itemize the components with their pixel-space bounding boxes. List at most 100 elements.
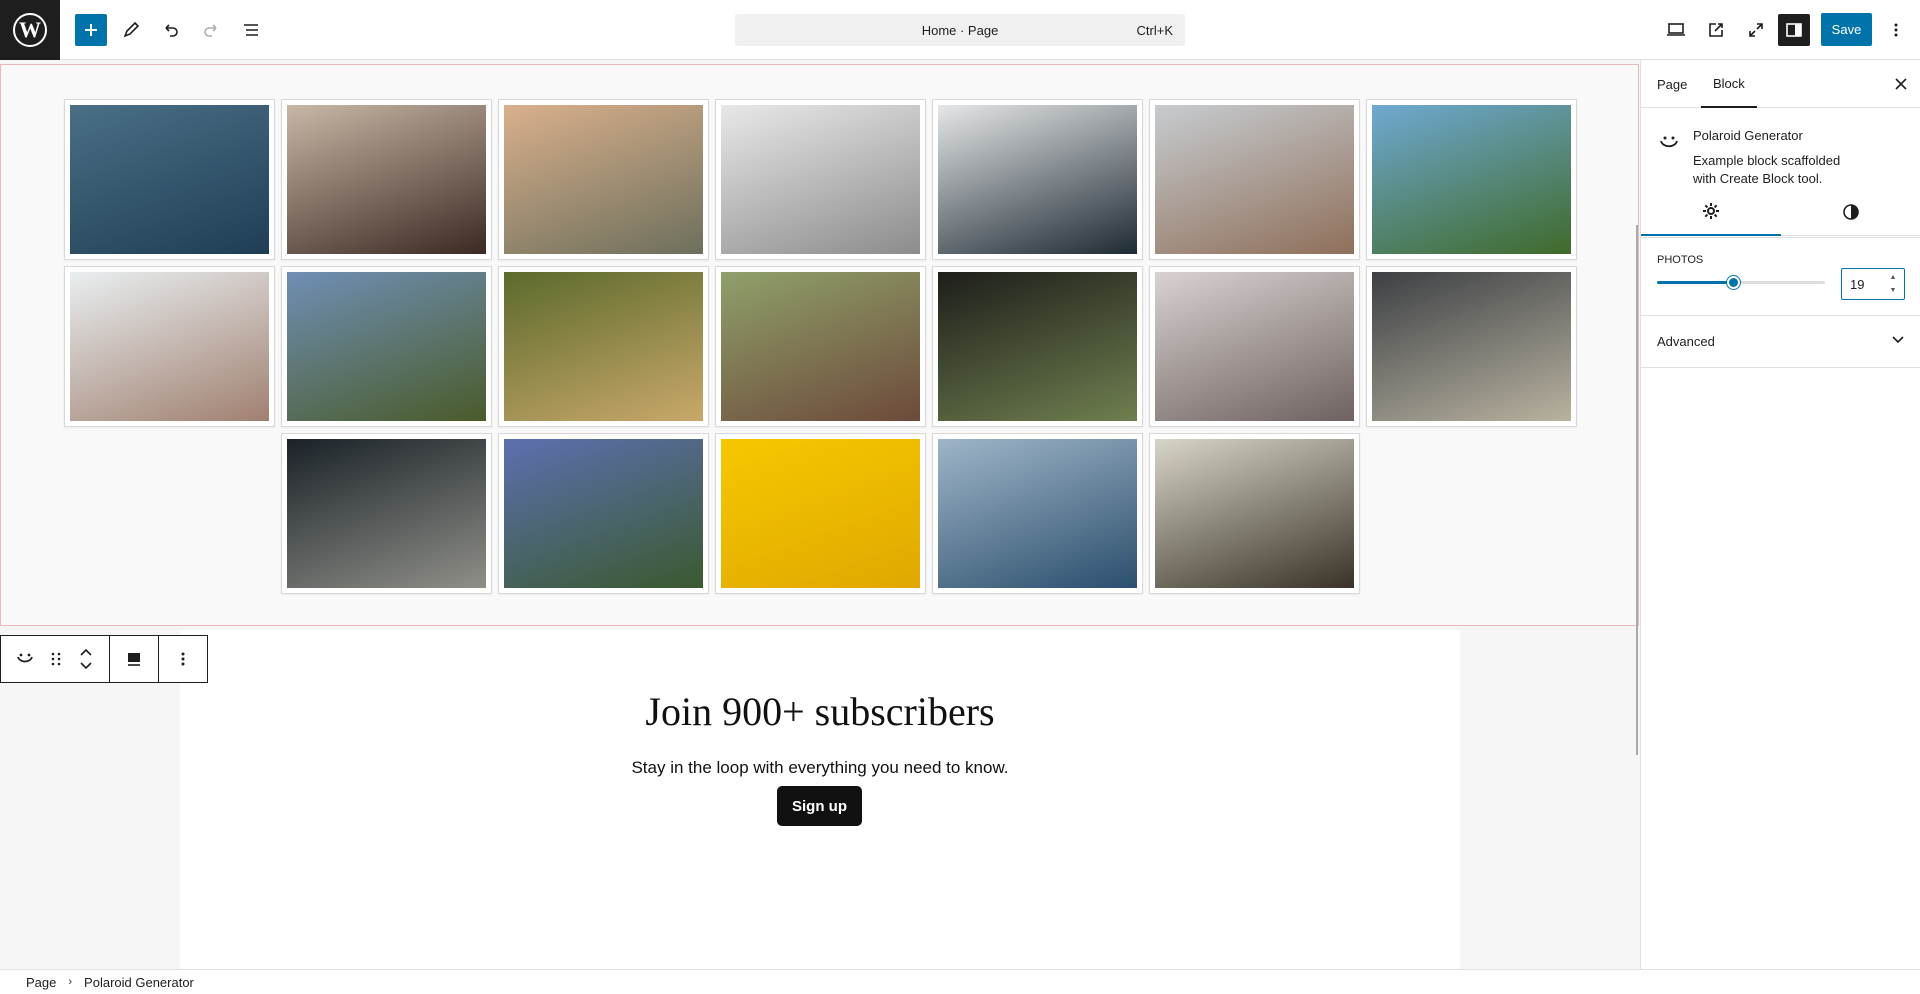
breadcrumb-block[interactable]: Polaroid Generator [84, 975, 194, 990]
document-title: Home · Page [921, 22, 999, 38]
block-card-title: Polaroid Generator [1693, 128, 1803, 143]
photo-image [721, 105, 920, 254]
photos-slider-handle[interactable] [1726, 276, 1740, 289]
save-button[interactable]: Save [1821, 13, 1872, 46]
polaroid-photo [64, 266, 275, 427]
chevron-right-icon: › [68, 976, 73, 988]
align-button[interactable] [110, 636, 158, 682]
undo-button[interactable] [153, 12, 189, 48]
tab-styles[interactable] [1781, 188, 1920, 236]
breadcrumb: Page › Polaroid Generator [0, 969, 1920, 994]
spin-up-icon[interactable]: ▲ [1890, 274, 1897, 281]
photos-label: Photos [1657, 254, 1704, 266]
polaroid-photo [932, 99, 1143, 260]
polaroid-photo [498, 99, 709, 260]
photo-image [1155, 439, 1354, 588]
photo-image [1155, 272, 1354, 421]
command-palette-bar[interactable]: Home · Page Ctrl+K [735, 14, 1185, 46]
close-sidebar-button[interactable] [1889, 72, 1913, 96]
chevron-down-icon[interactable] [79, 661, 93, 671]
external-link-icon [1709, 23, 1723, 37]
number-spinner[interactable]: ▲ ▼ [1887, 274, 1899, 294]
photo-image [504, 272, 703, 421]
fullscreen-icon [1749, 23, 1763, 37]
block-toolbar [0, 635, 208, 683]
move-buttons[interactable] [63, 636, 109, 682]
editor-canvas[interactable]: Join 900+ subscribers Stay in the loop w… [0, 60, 1640, 969]
polaroid-photo [281, 266, 492, 427]
settings-toggle-button[interactable] [1778, 14, 1810, 46]
tab-block[interactable]: Block [1701, 60, 1757, 108]
close-icon [1895, 78, 1907, 90]
align-icon [128, 653, 140, 666]
wordpress-icon: W [13, 13, 47, 47]
document-overview-button[interactable] [233, 12, 269, 48]
breadcrumb-page[interactable]: Page [26, 975, 56, 990]
polaroid-photo [932, 433, 1143, 594]
photo-image [1372, 105, 1571, 254]
spin-down-icon[interactable]: ▼ [1890, 287, 1897, 294]
add-block-button[interactable] [75, 14, 107, 46]
contrast-icon [1843, 204, 1859, 220]
drag-handle[interactable] [49, 636, 63, 682]
polaroid-photo [281, 433, 492, 594]
smiley-icon [1657, 130, 1681, 157]
cta-subtitle[interactable]: Stay in the loop with everything you nee… [180, 758, 1460, 778]
smiley-icon [17, 653, 33, 663]
photos-slider-fill [1657, 281, 1733, 284]
photo-image [938, 439, 1137, 588]
sign-up-button[interactable]: Sign up [777, 786, 862, 826]
gear-icon [1703, 203, 1719, 219]
photo-image [504, 105, 703, 254]
tools-button[interactable] [113, 12, 149, 48]
photo-image [938, 272, 1137, 421]
photo-image [287, 439, 486, 588]
list-view-icon [244, 24, 258, 36]
more-vertical-icon [181, 652, 185, 666]
polaroid-photo [715, 99, 926, 260]
view-page-button[interactable] [1698, 12, 1734, 48]
photo-image [1372, 272, 1571, 421]
photo-image [70, 105, 269, 254]
preview-device-button[interactable] [1658, 12, 1694, 48]
desktop-icon [1667, 23, 1685, 36]
polaroid-gallery-block[interactable] [0, 64, 1639, 626]
undo-icon [165, 24, 178, 37]
redo-button[interactable] [193, 12, 229, 48]
block-card-description: Example block scaffolded with Create Blo… [1693, 153, 1841, 186]
photo-image [721, 439, 920, 588]
photos-slider[interactable] [1657, 276, 1825, 289]
top-toolbar: W Home · Page Ctrl+K Save [0, 0, 1920, 60]
redo-icon [204, 24, 217, 37]
block-options-button[interactable] [159, 636, 207, 682]
cta-heading[interactable]: Join 900+ subscribers [180, 688, 1460, 735]
chevron-down-icon [1891, 332, 1905, 349]
advanced-panel-toggle[interactable]: Advanced [1641, 316, 1920, 368]
polaroid-photo [1366, 266, 1577, 427]
chevron-up-icon[interactable] [79, 647, 93, 657]
sidebar-tabs: Page Block [1641, 60, 1920, 108]
drag-icon [51, 652, 61, 666]
polaroid-photo [932, 266, 1143, 427]
photo-image [287, 272, 486, 421]
block-type-button[interactable] [1, 636, 49, 682]
photo-image [721, 272, 920, 421]
polaroid-photo [498, 266, 709, 427]
tab-page[interactable]: Page [1657, 60, 1687, 108]
fullscreen-button[interactable] [1738, 12, 1774, 48]
photos-panel: Photos ▲ ▼ [1641, 236, 1920, 316]
shortcut-hint: Ctrl+K [1136, 23, 1173, 38]
polaroid-photo [715, 266, 926, 427]
polaroid-photo [64, 99, 275, 260]
polaroid-photo [1149, 433, 1360, 594]
wordpress-logo[interactable]: W [0, 0, 60, 60]
photo-image [1155, 105, 1354, 254]
polaroid-photo [281, 99, 492, 260]
more-vertical-icon [1894, 23, 1898, 37]
advanced-label: Advanced [1657, 334, 1715, 349]
options-menu-button[interactable] [1878, 12, 1914, 48]
sidebar-icon [1786, 23, 1802, 37]
canvas-scrollbar[interactable] [1636, 225, 1638, 755]
tab-settings[interactable] [1641, 188, 1781, 236]
polaroid-gallery [64, 99, 1577, 594]
